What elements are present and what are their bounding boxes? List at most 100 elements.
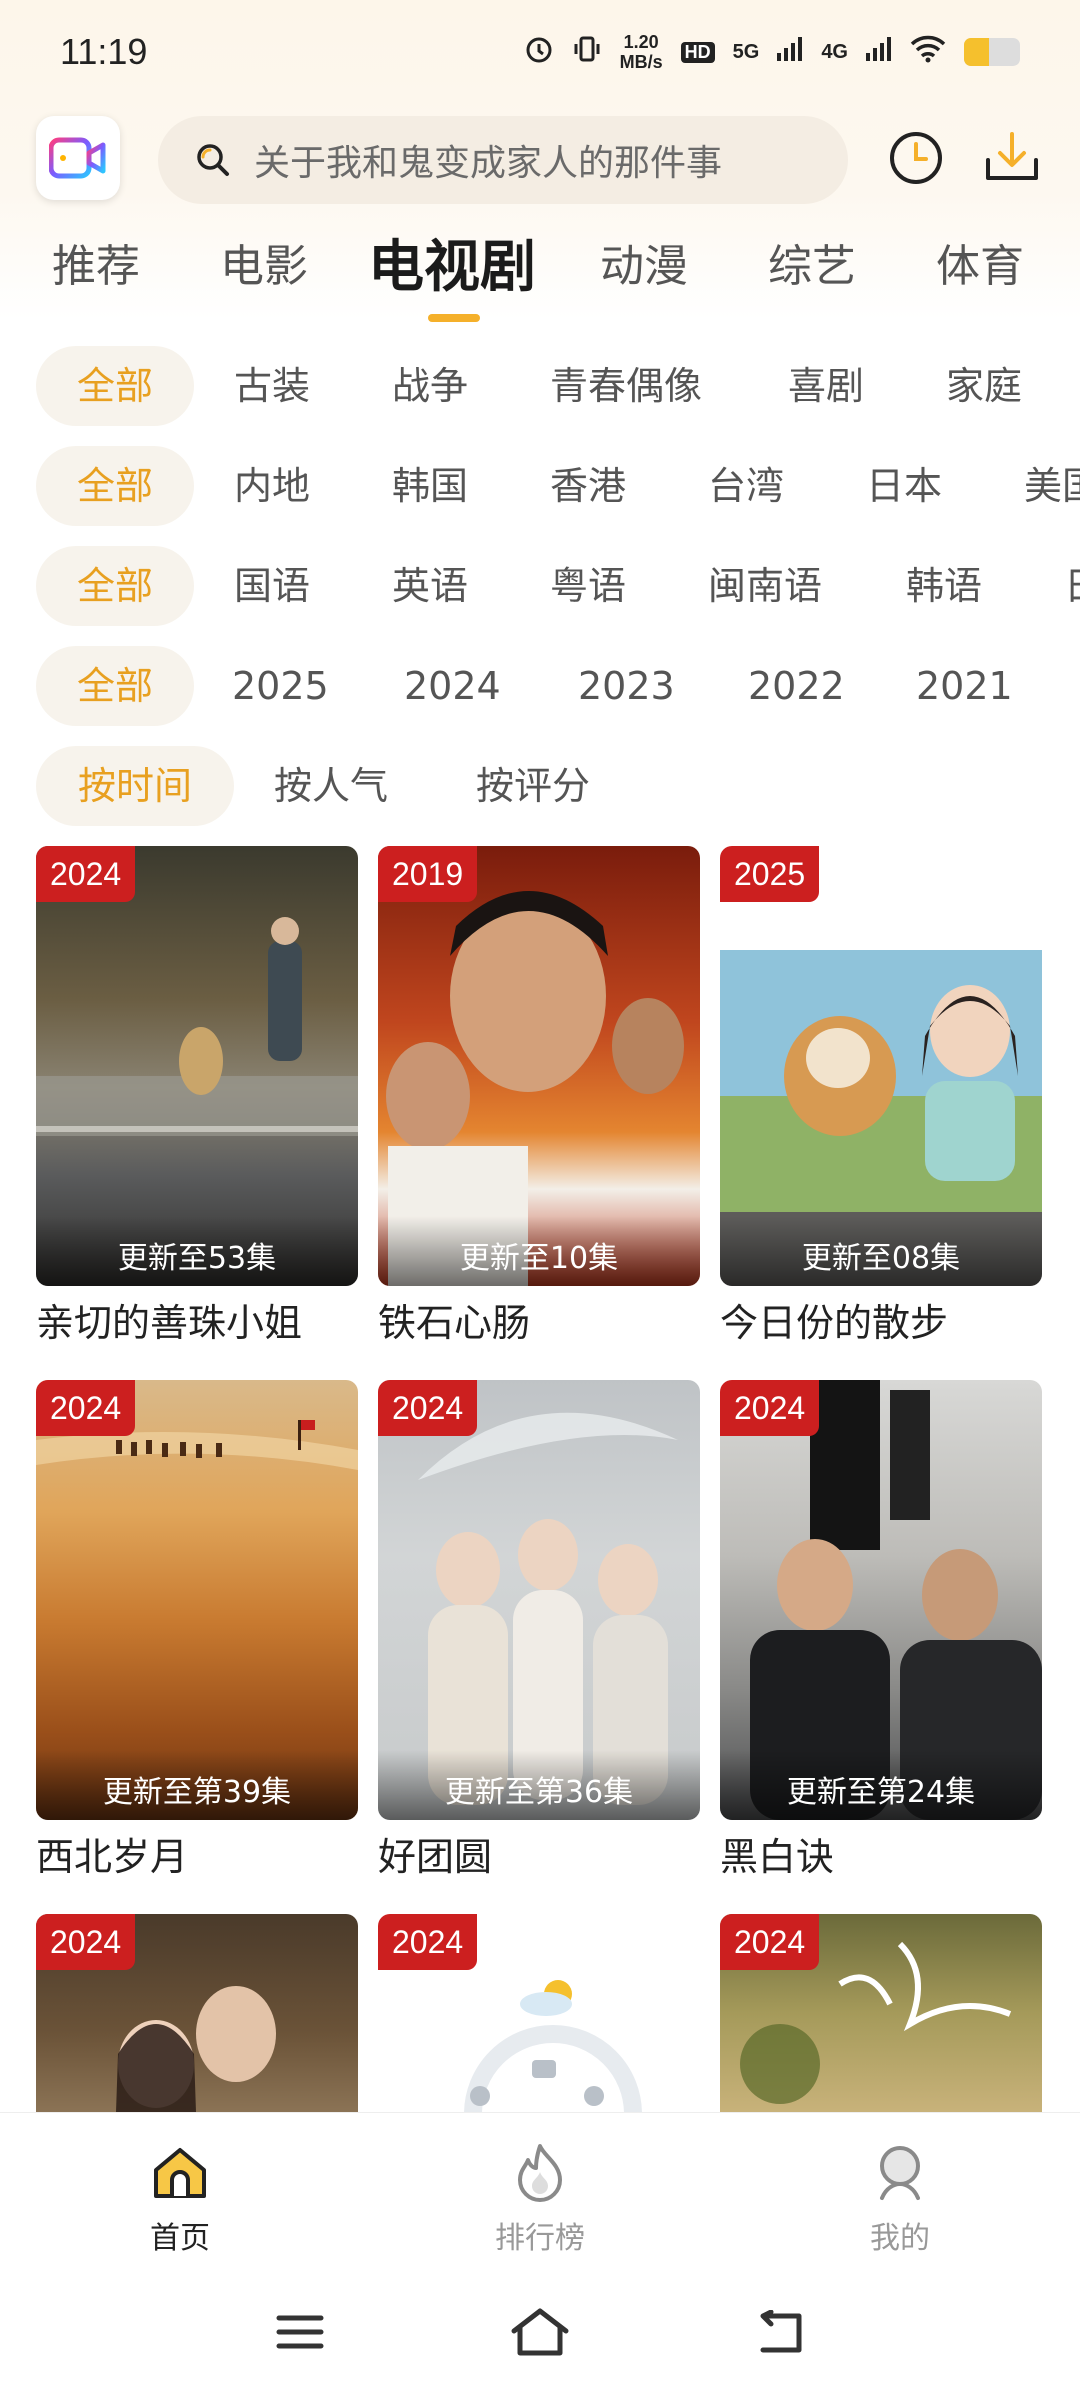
year-badge: 2024 [36, 846, 136, 902]
filter-chip[interactable]: 日语 [1064, 546, 1080, 626]
year-badge: 2019 [378, 846, 478, 902]
signal-bars-icon [866, 37, 892, 67]
year-badge: 2024 [378, 1914, 478, 1970]
filter-chip[interactable]: 2024 [404, 646, 501, 726]
drama-card[interactable]: 2024 更新至第24集 黑白诀 [720, 1380, 1042, 1881]
filter-chip[interactable]: 国语 [234, 546, 310, 626]
tab-sports[interactable]: 体育 [936, 230, 1024, 294]
card-title[interactable]: 西北岁月 [36, 1826, 358, 1881]
flame-icon [460, 2137, 620, 2207]
tab-anime[interactable]: 动漫 [600, 230, 688, 294]
filter-chip[interactable]: 古装 [234, 346, 310, 426]
poster-image[interactable]: 2024 更新至53集 [36, 846, 358, 1286]
poster-image[interactable]: 2024 更新至第39集 [36, 1380, 358, 1820]
drama-card[interactable]: 2024 更新至53集 亲切的善珠小姐 [36, 846, 358, 1347]
system-navigation-bar [0, 2262, 1080, 2400]
filter-chip[interactable]: 2023 [578, 646, 675, 726]
nav-home[interactable]: 首页 [100, 2137, 260, 2257]
tab-tv-series[interactable]: 电视剧 [368, 222, 536, 303]
episode-update-label: 更新至第24集 [720, 1750, 1042, 1820]
filter-chip[interactable]: 韩国 [392, 446, 468, 526]
filter-chip[interactable]: 台湾 [708, 446, 784, 526]
poster-image[interactable]: 2024 [378, 1914, 700, 2112]
filter-chip[interactable]: 战争 [392, 346, 468, 426]
filter-chip-active[interactable]: 全部 [36, 546, 194, 626]
episode-update-label: 更新至53集 [36, 1216, 358, 1286]
download-button[interactable] [980, 126, 1044, 190]
drama-card[interactable]: 2024 更新至第39集 西北岁月 [36, 1380, 358, 1881]
tab-recommend[interactable]: 推荐 [52, 230, 140, 294]
year-badge: 2024 [36, 1380, 136, 1436]
vibrate-icon [572, 34, 602, 70]
drama-card[interactable]: 2025 更新至08集 今日份的散步 [720, 846, 1042, 1347]
network-speed: 1.20 MB/s [619, 32, 663, 72]
poster-image[interactable]: 2019 更新至10集 [378, 846, 700, 1286]
filter-chip[interactable]: 美国 [1024, 446, 1080, 526]
poster-image[interactable]: 2024 [720, 1914, 1042, 2112]
filter-chip[interactable]: 英语 [392, 546, 468, 626]
filter-chip[interactable]: 家庭 [946, 346, 1022, 426]
filter-chip[interactable]: 喜剧 [788, 346, 864, 426]
episode-update-label: 更新至第39集 [36, 1750, 358, 1820]
tab-movies[interactable]: 电影 [220, 230, 308, 294]
nav-ranking[interactable]: 排行榜 [460, 2137, 620, 2257]
filter-chip[interactable]: 青春偶像 [550, 346, 702, 426]
drama-card[interactable]: 2024 [36, 1914, 358, 2112]
bottom-navigation: 首页 排行榜 我的 [0, 2112, 1080, 2262]
episode-update-label: 更新至08集 [720, 1216, 1042, 1286]
wifi-icon [910, 35, 946, 69]
system-home-icon [511, 2308, 569, 2356]
filter-chip[interactable]: 日本 [866, 446, 942, 526]
home-button[interactable] [505, 2302, 575, 2362]
filter-chip-active[interactable]: 全部 [36, 646, 194, 726]
card-title[interactable]: 亲切的善珠小姐 [36, 1292, 358, 1347]
year-badge: 2024 [36, 1914, 136, 1970]
filter-row-sort: 按时间 按人气 按评分 [0, 746, 1080, 826]
app-logo[interactable] [36, 116, 120, 200]
card-title[interactable]: 好团圆 [378, 1826, 700, 1881]
drama-card[interactable]: 2024 [378, 1914, 700, 2112]
status-bar: 11:19 1.20 MB/s HD 5G 4G [0, 0, 1080, 104]
year-badge: 2025 [720, 846, 820, 902]
signal-5g-icon: 5G [732, 40, 760, 63]
filter-chip-active[interactable]: 按时间 [36, 746, 234, 826]
nav-label: 我的 [870, 2221, 930, 2256]
filter-chip[interactable]: 韩语 [906, 546, 982, 626]
filter-chip[interactable]: 香港 [550, 446, 626, 526]
card-title[interactable]: 铁石心肠 [378, 1292, 700, 1347]
poster-image[interactable]: 2024 更新至第24集 [720, 1380, 1042, 1820]
filter-chip-active[interactable]: 全部 [36, 446, 194, 526]
signal-bars-icon [777, 37, 803, 67]
search-input[interactable]: 关于我和鬼变成家人的那件事 [158, 116, 848, 204]
drama-card[interactable]: 2024 更新至第36集 好团圆 [378, 1380, 700, 1881]
filter-chip[interactable]: 内地 [234, 446, 310, 526]
poster-image[interactable]: 2024 更新至第36集 [378, 1380, 700, 1820]
card-title[interactable]: 今日份的散步 [720, 1292, 1042, 1347]
filter-chip[interactable]: 2021 [916, 646, 1013, 726]
filter-chip[interactable]: 2025 [232, 646, 329, 726]
filter-chip[interactable]: 按人气 [274, 746, 388, 826]
tab-variety[interactable]: 综艺 [768, 230, 856, 294]
filter-chip[interactable]: 按评分 [476, 746, 590, 826]
card-title[interactable]: 黑白诀 [720, 1826, 1042, 1881]
menu-button[interactable] [265, 2302, 335, 2362]
poster-image[interactable]: 2025 更新至08集 [720, 846, 1042, 1286]
filter-chip-active[interactable]: 全部 [36, 346, 194, 426]
nav-label: 首页 [150, 2221, 210, 2256]
filter-chip[interactable]: 2022 [748, 646, 845, 726]
filter-chip[interactable]: 粤语 [550, 546, 626, 626]
filter-row-year: 全部 2025 2024 2023 2022 2021 [0, 646, 1080, 726]
drama-card[interactable]: 2024 [720, 1914, 1042, 2112]
category-tabs: 推荐 电影 电视剧 动漫 综艺 体育 [0, 230, 1080, 320]
status-icons: 1.20 MB/s HD 5G 4G [524, 32, 1020, 72]
filter-chip[interactable]: 闽南语 [708, 546, 822, 626]
filter-row-genre: 全部 古装 战争 青春偶像 喜剧 家庭 [0, 346, 1080, 426]
nav-profile[interactable]: 我的 [820, 2137, 980, 2257]
episode-update-label: 更新至10集 [378, 1216, 700, 1286]
year-badge: 2024 [720, 1914, 820, 1970]
poster-image[interactable]: 2024 [36, 1914, 358, 2112]
history-button[interactable] [884, 126, 948, 190]
download-icon [986, 132, 1038, 180]
back-button[interactable] [745, 2302, 815, 2362]
drama-card[interactable]: 2019 更新至10集 铁石心肠 [378, 846, 700, 1347]
